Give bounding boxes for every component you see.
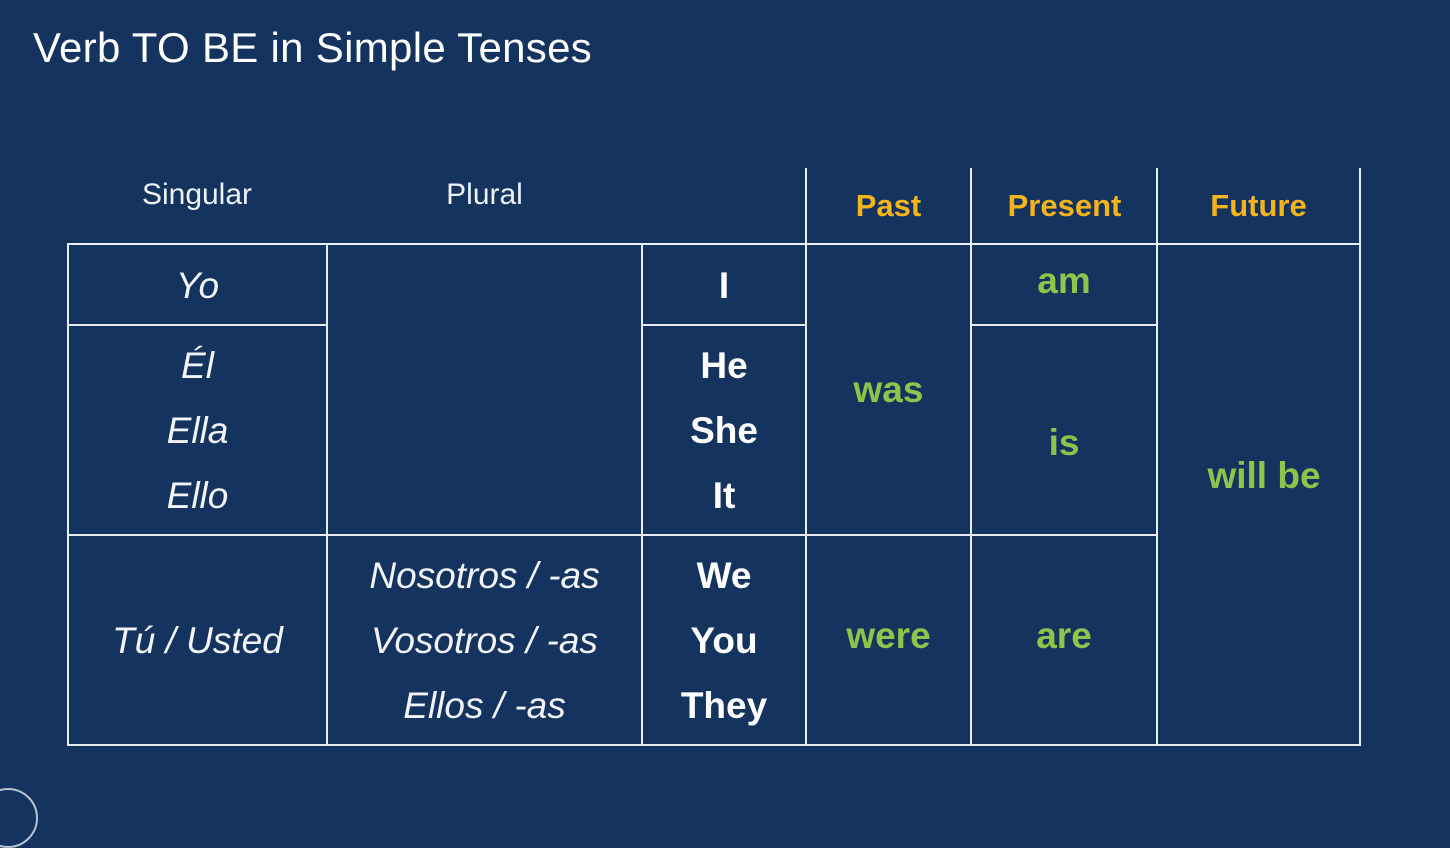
cell-singular-third: Él Ella Ello	[69, 326, 326, 534]
cell-present-third: is	[972, 326, 1156, 558]
spanish-pronoun: Él	[181, 344, 214, 386]
english-pronoun: They	[680, 684, 768, 726]
cell-singular-first: Yo	[69, 245, 326, 325]
verb-form: are	[1036, 614, 1092, 656]
english-pronoun: It	[712, 474, 736, 516]
grid-line	[1359, 168, 1361, 246]
verb-form: was	[853, 369, 924, 410]
verb-form: is	[1048, 421, 1080, 463]
video-control-icon[interactable]	[0, 788, 38, 848]
header-future: Future	[1210, 188, 1307, 223]
grid-line	[970, 168, 972, 246]
spanish-pronoun: Yo	[175, 264, 220, 306]
english-pronoun: He	[700, 344, 748, 386]
spanish-pronoun: Vosotros / -as	[371, 619, 598, 661]
english-pronoun: I	[718, 264, 730, 306]
spanish-pronoun: Ellos / -as	[403, 684, 566, 726]
cell-plural-pronouns: Nosotros / -as Vosotros / -as Ellos / -a…	[328, 536, 641, 744]
cell-past-singular: was	[807, 245, 970, 534]
spanish-pronoun: Ello	[166, 474, 229, 516]
spanish-pronoun: Nosotros / -as	[369, 554, 600, 596]
english-pronoun: You	[690, 619, 758, 661]
english-pronoun: She	[690, 409, 758, 451]
spanish-pronoun: Ella	[166, 409, 229, 451]
header-singular: Singular	[141, 178, 253, 211]
cell-english-third: He She It	[643, 326, 805, 534]
header-present: Present	[1007, 188, 1122, 223]
verb-form: will be	[1207, 454, 1321, 496]
cell-singular-second: Tú / Usted	[69, 536, 326, 744]
english-pronoun: We	[696, 554, 752, 596]
grid-line	[67, 744, 1361, 746]
spanish-pronoun: Tú / Usted	[112, 619, 283, 661]
grid-line	[1156, 168, 1158, 246]
cell-past-plural: were	[807, 536, 970, 734]
cell-present-plural: are	[972, 536, 1156, 734]
header-plural: Plural	[446, 178, 523, 211]
cell-english-first: I	[643, 245, 805, 325]
cell-future-all: will be	[1158, 245, 1370, 705]
verb-form: were	[846, 614, 931, 656]
grid-line	[805, 168, 807, 246]
cell-english-plural: We You They	[643, 536, 805, 744]
verb-form: am	[1037, 259, 1091, 301]
slide-title: Verb TO BE in Simple Tenses	[33, 24, 593, 71]
header-past: Past	[855, 188, 922, 223]
cell-present-first: am	[972, 240, 1156, 320]
